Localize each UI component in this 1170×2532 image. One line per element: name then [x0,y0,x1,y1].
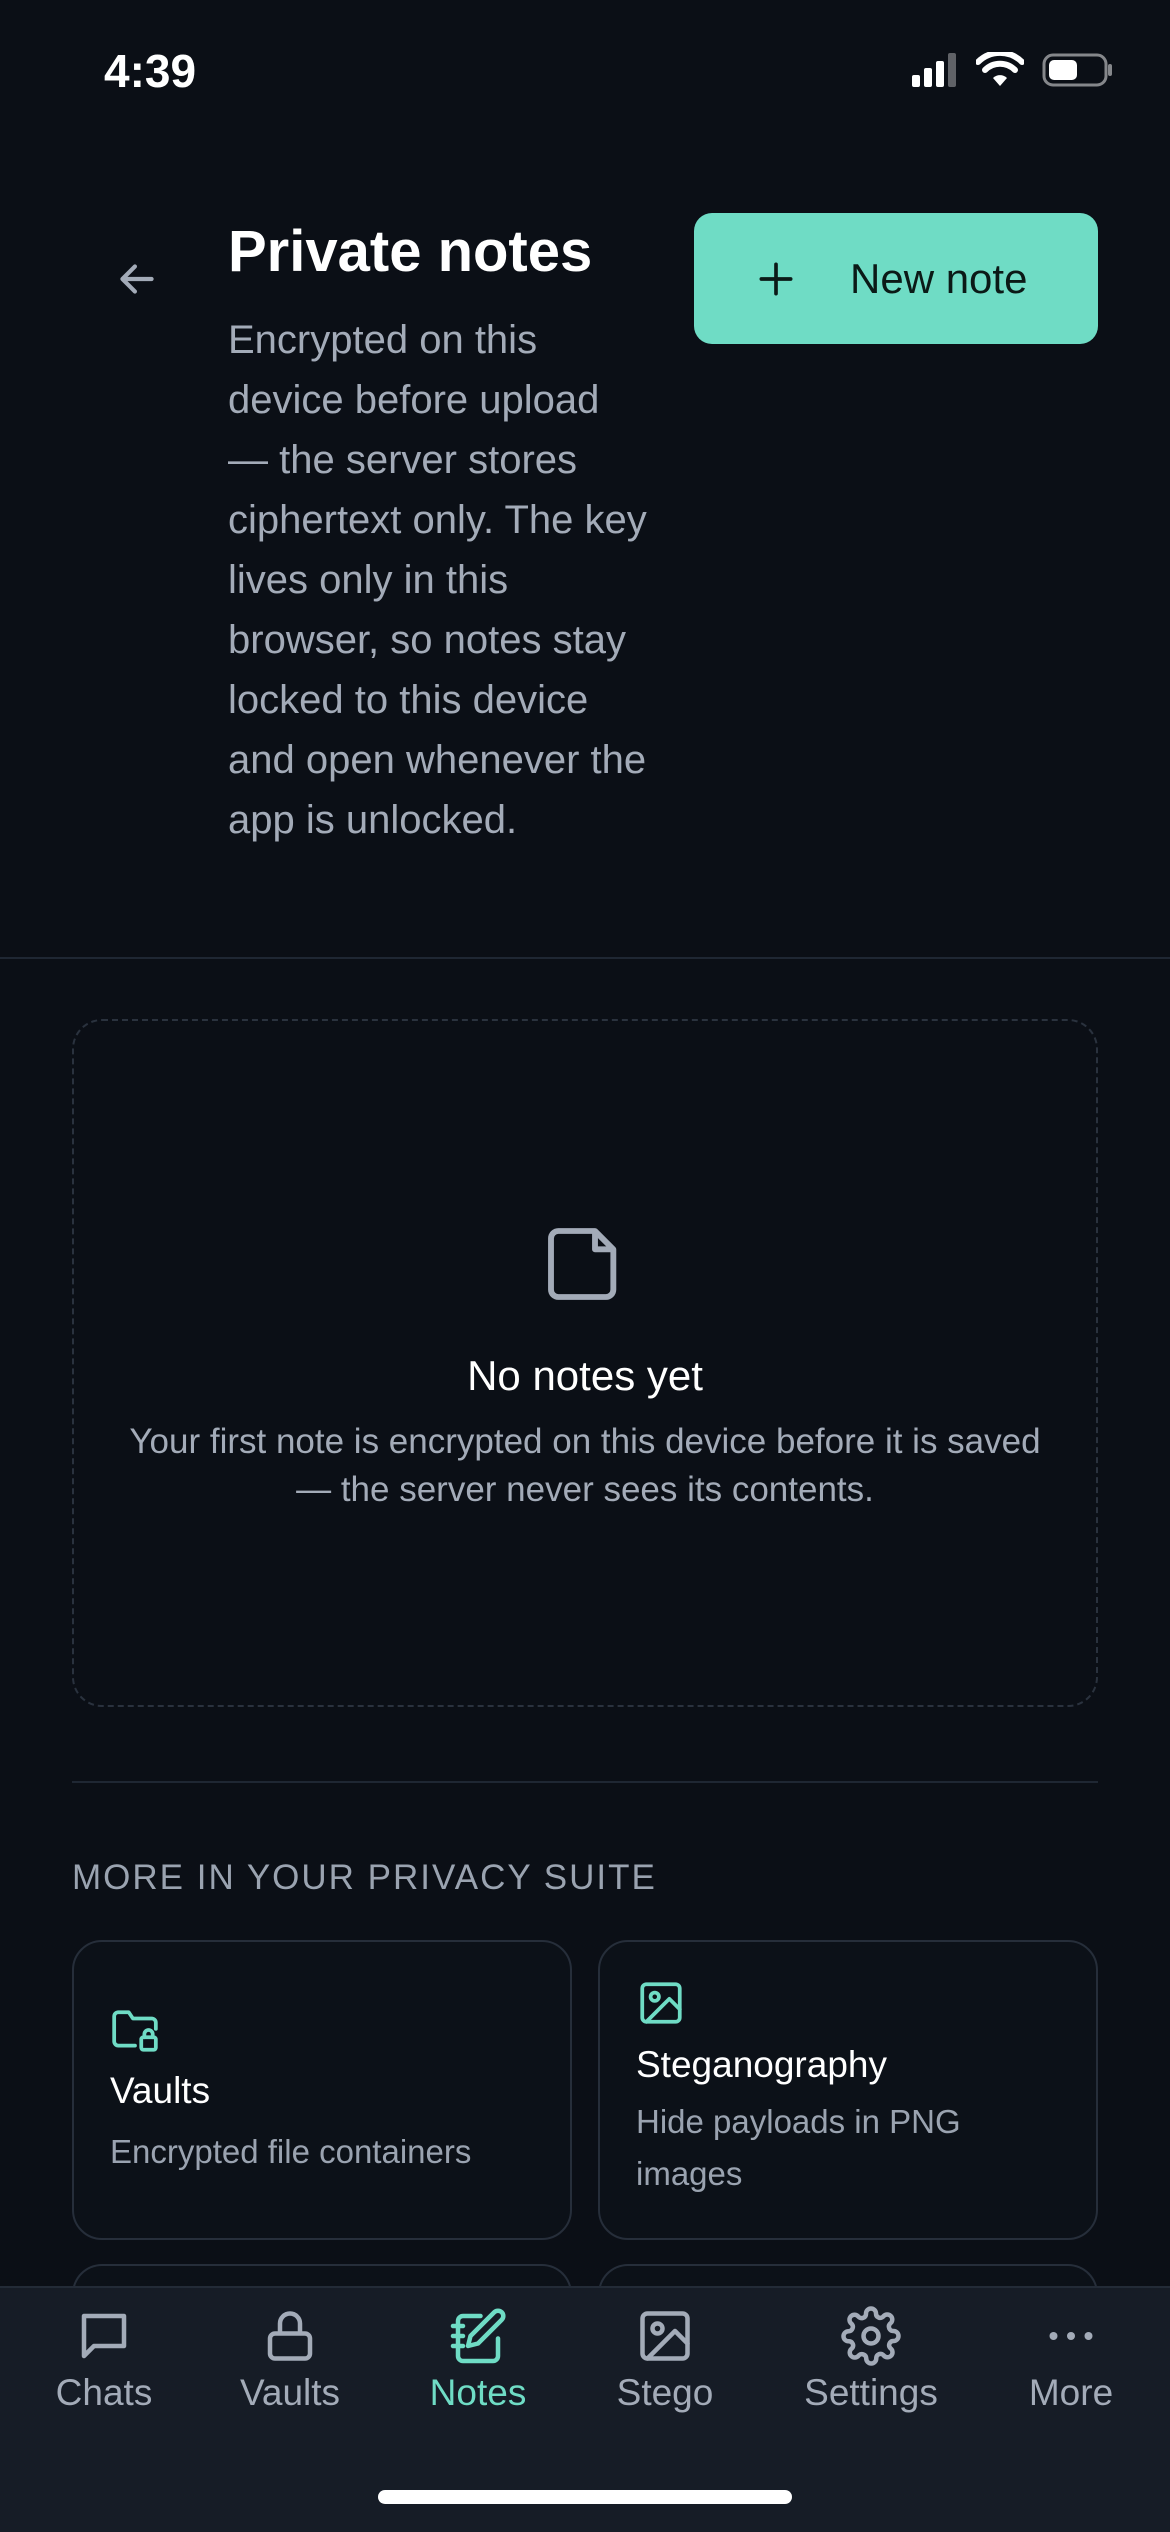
image-icon [640,1982,682,2024]
empty-state-text: Your first note is encrypted on this dev… [129,1422,1041,1509]
tab-settings[interactable]: Settings [781,2306,961,2414]
gear-icon [841,2306,901,2366]
notebook-icon [450,2308,506,2364]
home-indicator[interactable] [378,2490,792,2504]
header-divider [0,957,1170,959]
tab-notes[interactable]: Notes [388,2306,568,2414]
tab-label: Vaults [239,2372,341,2413]
vaults-card-subtitle: Encrypted file containers [110,2133,472,2170]
more-icon [1049,2332,1093,2340]
battery-icon [1042,53,1112,87]
arrow-left-icon [120,264,154,294]
page-description: Encrypted on this device before upload —… [228,318,647,842]
folder-lock-icon [112,2010,158,2052]
status-time: 4:39 [104,45,197,97]
page-title: Private notes [228,219,593,284]
empty-state-title: No notes yet [467,1352,703,1399]
chat-icon [81,2313,127,2359]
new-note-label: New note [850,254,1028,302]
suite-section-label: MORE IN YOUR PRIVACY SUITE [72,1858,657,1897]
lock-icon [267,2311,313,2361]
tab-more[interactable]: More [981,2306,1161,2414]
tab-label: Stego [616,2372,714,2413]
note-icon [548,1228,617,1300]
new-note-button[interactable]: New note [694,213,1098,344]
tab-chats[interactable]: Chats [14,2306,194,2414]
steganography-card-title: Steganography [636,2044,887,2085]
tab-label: Settings [804,2372,938,2413]
vaults-card-title: Vaults [110,2070,211,2111]
tab-stego[interactable]: Stego [575,2306,755,2414]
steganography-card-subtitle: Hide payloads in PNG images [636,2103,961,2192]
signal-icon [912,53,956,87]
wifi-icon [976,52,1024,86]
steganography-card[interactable]: Steganography Hide payloads in PNG image… [598,1940,1098,2240]
image-icon [640,2311,690,2361]
status-icons [912,52,1114,88]
tab-label: More [1028,2372,1114,2413]
back-button[interactable] [104,246,170,312]
tab-vaults[interactable]: Vaults [200,2306,380,2414]
plus-icon [759,262,793,295]
tab-label: Notes [429,2372,527,2413]
tab-label: Chats [55,2372,153,2413]
vaults-card[interactable]: Vaults Encrypted file containers [72,1940,572,2240]
section-divider [72,1781,1098,1783]
